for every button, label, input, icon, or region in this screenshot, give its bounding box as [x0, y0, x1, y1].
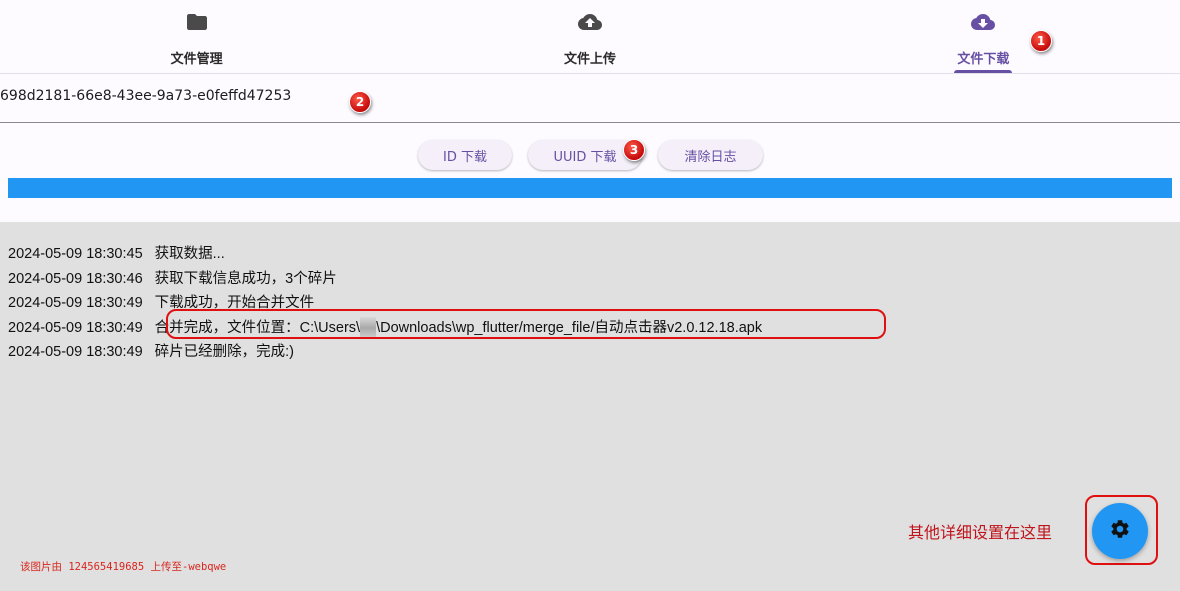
id-download-button[interactable]: ID 下载: [418, 140, 512, 170]
log-timestamp: 2024-05-09 18:30:49: [8, 295, 143, 311]
tab-file-upload[interactable]: 文件上传: [393, 0, 786, 73]
log-timestamp: 2024-05-09 18:30:49: [8, 319, 143, 336]
log-timestamp: 2024-05-09 18:30:49: [8, 344, 143, 360]
tab-label: 文件上传: [563, 52, 616, 67]
tab-label: 文件下载: [957, 52, 1010, 67]
settings-note: 其他详细设置在这里: [908, 523, 1053, 542]
settings-gear-icon: [1109, 518, 1131, 544]
log-timestamp: 2024-05-09 18:30:45: [8, 246, 143, 262]
progress-fill: [8, 178, 1172, 198]
log-line: 2024-05-09 18:30:46 获取下载信息成功，3个碎片: [8, 267, 762, 292]
log-line: 2024-05-09 18:30:49 碎片已经删除，完成:): [8, 340, 762, 365]
tab-file-manage[interactable]: 文件管理: [0, 0, 393, 73]
download-progress-bar: [8, 178, 1172, 198]
tab-bar: 文件管理 文件上传 文件下载: [0, 0, 1180, 74]
uuid-input-container: [0, 74, 1180, 123]
annotation-marker-1: 1: [1030, 30, 1052, 52]
file-path-highlight: [166, 309, 886, 339]
upload-watermark: 该图片由 124565419685 上传至-webqwe: [20, 561, 227, 573]
settings-fab[interactable]: [1092, 503, 1148, 559]
log-line: 2024-05-09 18:30:45 获取数据...: [8, 242, 762, 267]
action-buttons: ID 下载 UUID 下载 清除日志: [0, 140, 1180, 170]
log-timestamp: 2024-05-09 18:30:46: [8, 270, 143, 287]
annotation-marker-2: 2: [349, 91, 371, 113]
log-message: 碎片已经删除，完成:): [154, 344, 295, 360]
cloud-download-icon: [971, 10, 996, 38]
cloud-upload-icon: [577, 10, 602, 38]
tab-file-download[interactable]: 文件下载: [787, 0, 1180, 73]
log-message: 获取数据...: [154, 246, 225, 262]
uuid-input[interactable]: [0, 88, 900, 104]
tab-label: 文件管理: [170, 52, 223, 67]
log-message: 获取下载信息成功，3个碎片: [154, 270, 337, 287]
folder-icon: [185, 10, 209, 38]
annotation-marker-3: 3: [623, 139, 645, 161]
active-tab-indicator: [954, 70, 1013, 73]
clear-log-button[interactable]: 清除日志: [658, 140, 763, 170]
